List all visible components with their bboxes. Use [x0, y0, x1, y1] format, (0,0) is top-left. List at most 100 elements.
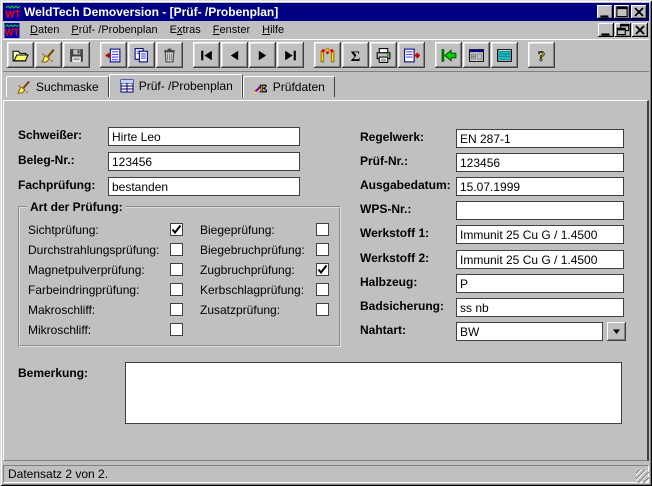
bemerkung-label: Bemerkung: [18, 364, 88, 383]
mikroschliff-checkbox[interactable] [170, 323, 183, 336]
sichtprüfung-checkbox[interactable] [170, 223, 183, 236]
close-button[interactable] [631, 5, 647, 19]
restore-icon [615, 22, 631, 38]
biegebruchprüfung-checkbox[interactable] [316, 243, 329, 256]
biegeprüfung-checkbox[interactable] [316, 223, 329, 236]
help-icon: ? [533, 47, 550, 64]
zugbruchprüfung-label: Zugbruchprüfung: [200, 263, 295, 277]
nahtart-dropdown-button[interactable] [607, 322, 626, 341]
badsicherung-label: Badsicherung: [360, 297, 444, 316]
export-icon [403, 47, 420, 64]
next-record-button[interactable] [249, 42, 276, 68]
svg-text:Σ: Σ [351, 48, 361, 63]
form-view-button[interactable] [463, 42, 490, 68]
maximize-button[interactable] [614, 5, 630, 19]
tab-suchmaske[interactable]: Suchmaske [6, 76, 109, 97]
kerbschlagprüfung-checkbox[interactable] [316, 283, 329, 296]
tab-prüfdaten[interactable]: EPrüfdaten [243, 76, 335, 97]
export-button[interactable] [398, 42, 425, 68]
insert-record-icon [105, 47, 122, 64]
pruefung-groupbox: Art der Prüfung: Sichtprüfung:Durchstrah… [18, 206, 341, 347]
toolbar-group [435, 42, 519, 68]
menu-fenster[interactable]: Fenster [207, 22, 256, 38]
toolbar-group [193, 42, 305, 68]
menu-hilfe[interactable]: Hilfe [256, 22, 290, 38]
nav-prev-icon [226, 47, 243, 64]
tile-view-button[interactable] [491, 42, 518, 68]
halbzeug-input[interactable] [456, 274, 624, 293]
beleg-nr-input[interactable] [108, 152, 300, 171]
menu-extras[interactable]: Extras [164, 22, 207, 38]
schweißer-input[interactable] [108, 127, 300, 146]
prüf-nr-label: Prüf-Nr.: [360, 152, 408, 171]
zusatzprüfung-checkbox[interactable] [316, 303, 329, 316]
open-button[interactable] [7, 42, 34, 68]
mdi-restore-button[interactable] [615, 23, 631, 37]
toolbar-group: Σ [314, 42, 426, 68]
tile-window-icon [496, 47, 513, 64]
search-mask-button[interactable] [35, 42, 62, 68]
exit-button[interactable] [435, 42, 462, 68]
form-window-icon [468, 47, 485, 64]
menu-daten[interactable]: Daten [24, 22, 65, 38]
regelwerk-input[interactable] [456, 129, 624, 148]
form-icon [119, 78, 135, 94]
nahtart-input[interactable] [456, 322, 603, 341]
wps-nr-input[interactable] [456, 201, 624, 220]
ausgabedatum-input[interactable] [456, 177, 624, 196]
child-window-icon[interactable]: WT [4, 23, 20, 38]
toolbar-group [7, 42, 91, 68]
svg-text:E: E [260, 83, 267, 95]
trash-icon [161, 47, 178, 64]
biegeprüfung-label: Biegeprüfung: [200, 223, 275, 237]
tab-label: Prüf- /Probenplan [139, 79, 233, 93]
prüf-nr-input[interactable] [456, 153, 624, 172]
filter-button[interactable] [314, 42, 341, 68]
badsicherung-input[interactable] [456, 298, 624, 317]
fachprüfung-input[interactable] [108, 177, 300, 196]
werkstoff-1-input[interactable] [456, 225, 624, 244]
copy-button[interactable] [128, 42, 155, 68]
farbeindringprüfung-checkbox[interactable] [170, 283, 183, 296]
bemerkung-textarea[interactable] [125, 362, 622, 424]
durchstrahlungsprüfung-label: Durchstrahlungsprüfung: [28, 243, 159, 257]
mdi-minimize-button[interactable] [598, 23, 614, 37]
title-bar[interactable]: WT WeldTech Demoversion - [Prüf- /Proben… [3, 3, 649, 21]
durchstrahlungsprüfung-checkbox[interactable] [170, 243, 183, 256]
prev-record-button[interactable] [221, 42, 248, 68]
toolbar: Σ? [3, 39, 649, 72]
title-controls [596, 5, 647, 19]
menu-prüf-probenplan[interactable]: Prüf- /Probenplan [65, 22, 163, 38]
app-window: WT WeldTech Demoversion - [Prüf- /Proben… [0, 0, 652, 486]
weldtech-logo-icon: WT [5, 4, 21, 20]
beleg-nr-label: Beleg-Nr.: [18, 151, 75, 170]
insert-record-button[interactable] [100, 42, 127, 68]
help-button[interactable]: ? [528, 42, 555, 68]
sum-button[interactable]: Σ [342, 42, 369, 68]
tab-prüf-probenplan[interactable]: Prüf- /Probenplan [109, 74, 243, 98]
delete-button[interactable] [156, 42, 183, 68]
mdi-close-button[interactable] [632, 23, 648, 37]
svg-text:WT: WT [5, 10, 21, 21]
save-button[interactable] [63, 42, 90, 68]
tab-strip: Suchmaske Prüf- /Probenplan EPrüfdaten [3, 73, 649, 97]
makroschliff-checkbox[interactable] [170, 303, 183, 316]
check-icon [171, 224, 182, 235]
fachprüfung-label: Fachprüfung: [18, 176, 95, 195]
werkstoff-2-input[interactable] [456, 250, 624, 269]
kerbschlagprüfung-label: Kerbschlagprüfung: [200, 283, 304, 297]
printer-icon [375, 47, 392, 64]
folder-icon [12, 47, 29, 64]
makroschliff-label: Makroschliff: [28, 303, 95, 317]
sigma-icon: Σ [347, 47, 364, 64]
magnetpulverprüfung-checkbox[interactable] [170, 263, 183, 276]
first-record-button[interactable] [193, 42, 220, 68]
close-icon [632, 22, 648, 38]
resize-grip[interactable] [636, 470, 649, 483]
nav-next-icon [254, 47, 271, 64]
print-button[interactable] [370, 42, 397, 68]
zugbruchprüfung-checkbox[interactable] [316, 263, 329, 276]
brush-icon [40, 47, 57, 64]
last-record-button[interactable] [277, 42, 304, 68]
minimize-button[interactable] [597, 5, 613, 19]
